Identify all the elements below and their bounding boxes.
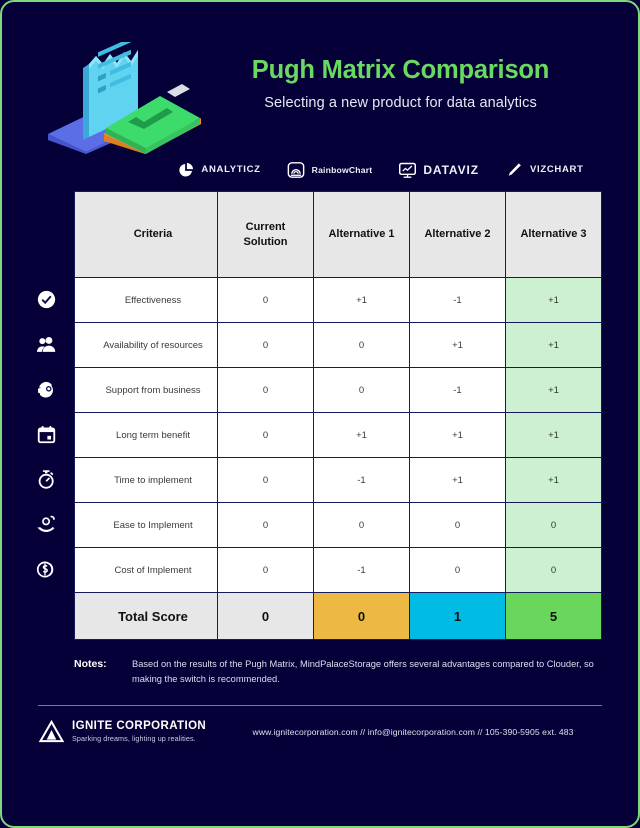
notes-label: Notes: bbox=[74, 658, 107, 670]
criteria-label: Long term benefit bbox=[74, 412, 218, 458]
isometric-document-and-clipboard-illustration bbox=[36, 37, 211, 154]
total-alt2: 1 bbox=[409, 592, 506, 640]
monitor-chart-icon bbox=[398, 160, 417, 179]
footer: IGNITE CORPORATION Sparking dreams, ligh… bbox=[38, 719, 602, 744]
check-circle-icon bbox=[28, 277, 64, 322]
total-score-label: Total Score bbox=[74, 592, 218, 640]
score-alt2: +1 bbox=[409, 457, 506, 503]
score-current: 0 bbox=[217, 412, 314, 458]
column-header-current-solution: Current Solution bbox=[217, 191, 314, 278]
total-score-row: Total Score 0 0 1 5 bbox=[74, 592, 602, 640]
score-alt1: -1 bbox=[313, 457, 410, 503]
current-solution-line1: Current bbox=[245, 220, 286, 233]
criteria-label: Ease to Implement bbox=[74, 502, 218, 548]
table-row: Ease to Implement 0 0 0 0 bbox=[74, 502, 602, 548]
score-alt2: -1 bbox=[409, 277, 506, 323]
logo-analyticz: ANALYTICZ bbox=[176, 160, 260, 179]
pie-chart-icon bbox=[176, 160, 195, 179]
hand-coin-icon bbox=[28, 502, 64, 547]
column-header-alternative-1: Alternative 1 bbox=[313, 191, 410, 278]
score-alt2: -1 bbox=[409, 367, 506, 413]
rainbow-arch-icon bbox=[287, 160, 306, 179]
triangle-logo-icon bbox=[38, 719, 68, 744]
users-icon bbox=[28, 322, 64, 367]
table-row: Effectiveness 0 +1 -1 +1 bbox=[74, 277, 602, 323]
footer-divider bbox=[38, 705, 602, 707]
notes-section: Notes: Based on the results of the Pugh … bbox=[74, 657, 602, 687]
pugh-matrix-table: Criteria Current Solution Alternative 1 … bbox=[74, 191, 602, 640]
score-current: 0 bbox=[217, 457, 314, 503]
criteria-label: Availability of resources bbox=[74, 322, 218, 368]
score-alt3: +1 bbox=[505, 367, 602, 413]
logo-label: VIZCHART bbox=[529, 164, 584, 175]
company-name: IGNITE CORPORATION bbox=[72, 720, 207, 733]
brand-logo-strip: ANALYTICZ RainbowChart DATAVIZ VIZCHART bbox=[2, 160, 638, 179]
score-alt2: 0 bbox=[409, 547, 506, 593]
score-alt1: 0 bbox=[313, 502, 410, 548]
title-block: Pugh Matrix Comparison Selecting a new p… bbox=[211, 40, 604, 111]
logo-dataviz: DATAVIZ bbox=[398, 160, 479, 179]
table-row: Support from business 0 0 -1 +1 bbox=[74, 367, 602, 413]
headset-icon bbox=[28, 367, 64, 412]
footer-contact: www.ignitecorporation.com // info@ignite… bbox=[252, 726, 574, 737]
score-alt1: +1 bbox=[313, 277, 410, 323]
logo-label: ANALYTICZ bbox=[201, 164, 261, 175]
score-current: 0 bbox=[217, 322, 314, 368]
total-current: 0 bbox=[217, 592, 314, 640]
logo-vizchart: VIZCHART bbox=[505, 160, 584, 179]
pugh-matrix-table-area: Criteria Current Solution Alternative 1 … bbox=[36, 191, 602, 640]
stopwatch-icon bbox=[28, 457, 64, 502]
notes-text: Based on the results of the Pugh Matrix,… bbox=[132, 659, 594, 685]
table-header-row: Criteria Current Solution Alternative 1 … bbox=[74, 191, 602, 278]
footer-brand: IGNITE CORPORATION Sparking dreams, ligh… bbox=[72, 720, 206, 743]
table-header: Criteria Current Solution Alternative 1 … bbox=[74, 191, 602, 278]
page-subtitle: Selecting a new product for data analyti… bbox=[264, 95, 537, 112]
dollar-coin-icon bbox=[28, 547, 64, 592]
score-alt1: 0 bbox=[313, 322, 410, 368]
criteria-label: Effectiveness bbox=[74, 277, 218, 323]
score-alt3: +1 bbox=[505, 322, 602, 368]
score-alt1: 0 bbox=[313, 367, 410, 413]
pencil-icon bbox=[505, 160, 524, 179]
score-alt3: +1 bbox=[505, 277, 602, 323]
score-current: 0 bbox=[217, 277, 314, 323]
criteria-icon-column bbox=[28, 277, 64, 592]
total-alt3: 5 bbox=[505, 592, 602, 640]
table-row: Time to implement 0 -1 +1 +1 bbox=[74, 457, 602, 503]
current-solution-line2: Solution bbox=[243, 235, 288, 248]
table-row: Availability of resources 0 0 +1 +1 bbox=[74, 322, 602, 368]
infographic-page: Pugh Matrix Comparison Selecting a new p… bbox=[0, 0, 640, 828]
column-header-alternative-2: Alternative 2 bbox=[409, 191, 506, 278]
criteria-label: Time to implement bbox=[74, 457, 218, 503]
score-alt1: -1 bbox=[313, 547, 410, 593]
logo-label: RainbowChart bbox=[311, 164, 373, 175]
column-header-alternative-3: Alternative 3 bbox=[505, 191, 602, 278]
illustration-svg bbox=[48, 37, 201, 154]
company-tagline: Sparking dreams, lighting up realities. bbox=[72, 734, 196, 744]
score-alt3: 0 bbox=[505, 547, 602, 593]
score-current: 0 bbox=[217, 502, 314, 548]
table-body: Effectiveness 0 +1 -1 +1 Availability of… bbox=[74, 277, 602, 640]
table-row: Cost of Implement 0 -1 0 0 bbox=[74, 547, 602, 593]
header: Pugh Matrix Comparison Selecting a new p… bbox=[2, 2, 638, 154]
table-row: Long term benefit 0 +1 +1 +1 bbox=[74, 412, 602, 458]
total-alt1: 0 bbox=[313, 592, 410, 640]
score-alt1: +1 bbox=[313, 412, 410, 458]
score-alt3: +1 bbox=[505, 412, 602, 458]
criteria-label: Support from business bbox=[74, 367, 218, 413]
score-alt3: +1 bbox=[505, 457, 602, 503]
column-header-criteria: Criteria bbox=[74, 191, 218, 278]
page-title: Pugh Matrix Comparison bbox=[251, 56, 550, 84]
score-alt2: 0 bbox=[409, 502, 506, 548]
calendar-icon bbox=[28, 412, 64, 457]
score-alt2: +1 bbox=[409, 322, 506, 368]
logo-rainbowchart: RainbowChart bbox=[287, 160, 373, 179]
score-alt3: 0 bbox=[505, 502, 602, 548]
criteria-label: Cost of Implement bbox=[74, 547, 218, 593]
score-current: 0 bbox=[217, 547, 314, 593]
score-alt2: +1 bbox=[409, 412, 506, 458]
score-current: 0 bbox=[217, 367, 314, 413]
logo-label: DATAVIZ bbox=[423, 162, 479, 177]
